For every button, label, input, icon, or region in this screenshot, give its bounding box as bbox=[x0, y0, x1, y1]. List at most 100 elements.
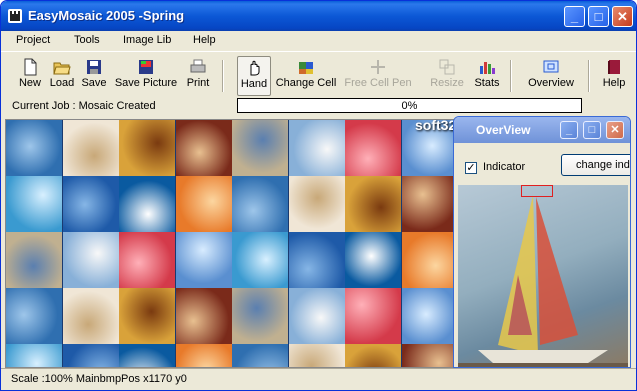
hand-icon bbox=[250, 60, 260, 76]
overview-preview-image[interactable] bbox=[458, 185, 628, 367]
mosaic-tile bbox=[401, 288, 458, 344]
print-label: Print bbox=[186, 77, 210, 89]
overview-button[interactable]: Overview bbox=[525, 56, 577, 96]
close-button[interactable]: ✕ bbox=[612, 6, 633, 27]
free-cell-pen-label: Free Cell Pen bbox=[344, 77, 412, 89]
maximize-button[interactable]: □ bbox=[588, 6, 609, 27]
resize-icon bbox=[439, 59, 455, 75]
mosaic-tile bbox=[175, 288, 232, 344]
hand-tool-button[interactable]: Hand bbox=[237, 56, 271, 96]
mosaic-tile bbox=[119, 120, 175, 176]
mosaic-tile bbox=[175, 232, 232, 288]
menu-help[interactable]: Help bbox=[193, 34, 216, 46]
overview-title: OverView bbox=[476, 123, 531, 137]
main-window: EasyMosaic 2005 -Spring _ □ ✕ Project To… bbox=[0, 0, 637, 391]
mosaic-tile bbox=[401, 344, 458, 367]
mosaic-tile bbox=[119, 288, 175, 344]
hand-label: Hand bbox=[240, 78, 268, 90]
change-cell-label: Change Cell bbox=[275, 77, 337, 89]
help-label: Help bbox=[602, 77, 626, 89]
mosaic-tile bbox=[119, 344, 175, 367]
floppy-disk-icon bbox=[87, 60, 101, 74]
resize-label: Resize bbox=[430, 77, 464, 89]
mosaic-tile bbox=[288, 288, 345, 344]
mosaic-tile bbox=[175, 344, 232, 367]
save-button[interactable]: Save bbox=[80, 56, 108, 96]
load-button[interactable]: Load bbox=[48, 56, 76, 96]
mosaic-tile bbox=[119, 176, 175, 232]
stats-label: Stats bbox=[474, 77, 500, 89]
menu-project[interactable]: Project bbox=[16, 34, 50, 46]
change-indicator-button[interactable]: change ind bbox=[561, 154, 630, 176]
toolbar-separator bbox=[222, 60, 224, 92]
mosaic-tile bbox=[6, 288, 62, 344]
indicator-checkbox[interactable]: ✓ bbox=[465, 162, 477, 174]
minimize-button[interactable]: _ bbox=[564, 6, 585, 27]
mosaic-tile bbox=[6, 232, 62, 288]
job-status-row: Current Job : Mosaic Created 0% bbox=[1, 97, 636, 117]
mosaic-tile bbox=[345, 232, 401, 288]
mosaic-tile bbox=[288, 232, 345, 288]
mosaic-tile bbox=[345, 288, 401, 344]
mosaic-tile bbox=[62, 344, 119, 367]
title-bar[interactable]: EasyMosaic 2005 -Spring _ □ ✕ bbox=[1, 1, 636, 31]
new-button[interactable]: New bbox=[16, 56, 44, 96]
toolbar-separator bbox=[588, 60, 590, 92]
print-button[interactable]: Print bbox=[184, 56, 212, 96]
status-bar: Scale :100% MainbmpPos x1170 y0 bbox=[1, 368, 636, 390]
overview-maximize-button[interactable]: □ bbox=[583, 121, 601, 139]
mosaic-tile bbox=[232, 120, 288, 176]
toolbar: New Load Save Save Picture Print Hand Ch… bbox=[1, 51, 636, 97]
menu-tools[interactable]: Tools bbox=[74, 34, 100, 46]
mosaic-tile bbox=[62, 120, 119, 176]
mosaic-tile bbox=[6, 176, 62, 232]
mosaic-tile bbox=[119, 232, 175, 288]
help-book-icon bbox=[608, 60, 620, 74]
new-label: New bbox=[18, 77, 41, 89]
mosaic-tile bbox=[232, 344, 288, 367]
bar-chart-icon bbox=[480, 62, 495, 74]
folder-open-icon bbox=[53, 62, 71, 75]
mosaic-tile bbox=[62, 176, 119, 232]
overview-close-button[interactable]: ✕ bbox=[606, 121, 624, 139]
current-job-text: Current Job : Mosaic Created bbox=[12, 100, 156, 112]
save-label: Save bbox=[81, 77, 107, 89]
load-label: Load bbox=[49, 77, 75, 89]
free-cell-pen-button[interactable]: Free Cell Pen bbox=[344, 56, 412, 96]
app-castle-icon bbox=[8, 9, 22, 23]
mosaic-tile bbox=[401, 176, 458, 232]
toolbar-separator bbox=[510, 60, 512, 92]
mosaic-tile bbox=[288, 344, 345, 367]
menu-image-lib[interactable]: Image Lib bbox=[123, 34, 171, 46]
resize-button[interactable]: Resize bbox=[429, 56, 465, 96]
indicator-label: Indicator bbox=[483, 161, 526, 173]
menu-bar: Project Tools Image Lib Help bbox=[1, 31, 636, 50]
help-button[interactable]: Help bbox=[599, 56, 629, 96]
mosaic-tile bbox=[175, 176, 232, 232]
overview-minimize-button[interactable]: _ bbox=[560, 121, 578, 139]
status-bar-text: Scale :100% MainbmpPos x1170 y0 bbox=[11, 373, 187, 385]
mosaic-tile bbox=[288, 176, 345, 232]
mosaic-tile bbox=[288, 120, 345, 176]
overview-icon bbox=[543, 60, 559, 73]
mosaic-tile bbox=[62, 232, 119, 288]
progress-text: 0% bbox=[401, 100, 418, 112]
pen-icon bbox=[371, 60, 385, 74]
viewport-indicator[interactable] bbox=[521, 185, 553, 197]
mosaic-tile bbox=[401, 232, 458, 288]
printer-icon bbox=[190, 59, 206, 73]
change-cell-icon bbox=[299, 62, 313, 74]
new-document-icon bbox=[24, 58, 37, 76]
overview-window: OverView _ □ ✕ ✓ Indicator change ind bbox=[453, 116, 631, 368]
change-cell-button[interactable]: Change Cell bbox=[275, 56, 337, 96]
overview-title-bar[interactable]: OverView _ □ ✕ bbox=[454, 117, 630, 143]
mosaic-tile bbox=[6, 344, 62, 367]
mosaic-tile bbox=[175, 120, 232, 176]
mosaic-tile bbox=[345, 344, 401, 367]
mosaic-tile bbox=[345, 176, 401, 232]
save-picture-button[interactable]: Save Picture bbox=[114, 56, 178, 96]
mosaic-tile bbox=[232, 288, 288, 344]
mosaic-tile bbox=[62, 288, 119, 344]
stats-button[interactable]: Stats bbox=[473, 56, 501, 96]
mosaic-tile bbox=[232, 176, 288, 232]
